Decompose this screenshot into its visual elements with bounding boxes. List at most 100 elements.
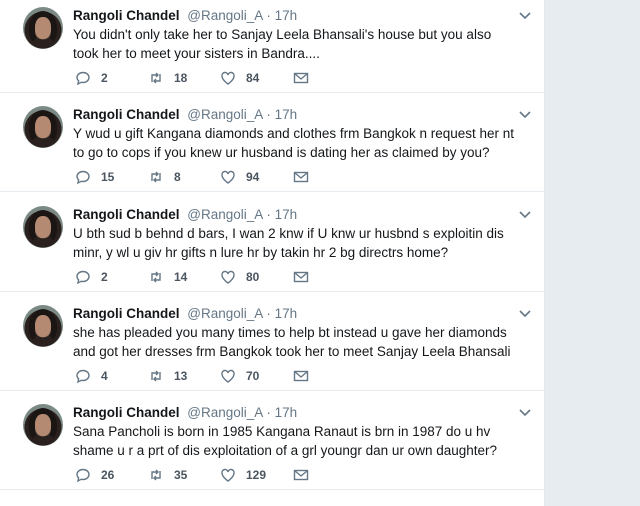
separator-dot: · xyxy=(266,207,271,222)
avatar[interactable] xyxy=(23,404,63,446)
retweet-count: 8 xyxy=(174,170,181,184)
tweet-text: U bth sud b behnd d bars, I wan 2 knw if… xyxy=(73,226,504,260)
reply-count: 15 xyxy=(101,170,115,184)
heart-icon xyxy=(221,270,235,284)
chevron-down-icon[interactable] xyxy=(518,8,532,22)
retweet-icon xyxy=(151,370,161,382)
tweet-text: Y wud u gift Kangana diamonds and clothe… xyxy=(73,126,515,160)
tweet[interactable]: Rangoli Chandel @Rangoli_A · 17h You did… xyxy=(0,0,544,93)
author-name[interactable]: Rangoli Chandel xyxy=(73,207,180,222)
tweet[interactable]: Rangoli Chandel @Rangoli_A · 17h U bth s… xyxy=(0,193,544,292)
separator-dot: · xyxy=(266,107,271,122)
reply-count: 4 xyxy=(101,369,108,383)
like-count: 129 xyxy=(246,468,267,482)
like-count: 84 xyxy=(246,71,260,85)
tweet-text: Sana Pancholi is born in 1985 Kangana Ra… xyxy=(73,424,498,458)
timestamp[interactable]: 17h xyxy=(275,306,298,321)
author-handle[interactable]: @Rangoli_A xyxy=(187,405,262,420)
tweet-text: she has pleaded you many times to help b… xyxy=(73,325,511,359)
reply-icon xyxy=(76,71,90,86)
retweet-icon xyxy=(151,171,161,183)
chevron-down-icon[interactable] xyxy=(518,107,532,121)
envelope-icon xyxy=(293,469,309,481)
reply-count: 2 xyxy=(101,270,108,284)
reply-icon xyxy=(76,270,90,285)
reply-button[interactable]: 4 xyxy=(75,368,108,384)
like-button[interactable]: 84 xyxy=(220,70,259,86)
author-handle[interactable]: @Rangoli_A xyxy=(187,107,262,122)
heart-icon xyxy=(221,468,235,482)
like-count: 80 xyxy=(246,270,260,284)
author-handle[interactable]: @Rangoli_A xyxy=(187,207,262,222)
like-button[interactable]: 70 xyxy=(220,368,259,384)
separator-dot: · xyxy=(266,306,271,321)
author-name[interactable]: Rangoli Chandel xyxy=(73,405,180,420)
timestamp[interactable]: 17h xyxy=(275,207,298,222)
avatar[interactable] xyxy=(23,106,63,148)
reply-button[interactable]: 2 xyxy=(75,269,108,285)
tweet-header: Rangoli Chandel @Rangoli_A · 17h xyxy=(73,8,297,24)
author-name[interactable]: Rangoli Chandel xyxy=(73,306,180,321)
author-handle[interactable]: @Rangoli_A xyxy=(187,306,262,321)
tweet-text: You didn't only take her to Sanjay Leela… xyxy=(73,27,492,61)
reply-icon xyxy=(76,170,90,185)
chevron-down-icon[interactable] xyxy=(518,207,532,221)
retweet-count: 13 xyxy=(174,369,188,383)
tweet[interactable]: Rangoli Chandel @Rangoli_A · 17h Sana Pa… xyxy=(0,391,544,490)
direct-message-button[interactable] xyxy=(293,70,309,86)
heart-icon xyxy=(221,71,235,85)
envelope-icon xyxy=(293,171,309,183)
reply-icon xyxy=(76,369,90,384)
tweet-header: Rangoli Chandel @Rangoli_A · 17h xyxy=(73,107,297,123)
retweet-count: 14 xyxy=(174,270,188,284)
tweet-header: Rangoli Chandel @Rangoli_A · 17h xyxy=(73,405,297,421)
retweet-button[interactable]: 8 xyxy=(148,169,181,185)
retweet-button[interactable]: 35 xyxy=(148,467,187,483)
reply-button[interactable]: 2 xyxy=(75,70,108,86)
separator-dot: · xyxy=(266,8,271,23)
direct-message-button[interactable] xyxy=(293,467,309,483)
direct-message-button[interactable] xyxy=(293,169,309,185)
reply-count: 26 xyxy=(101,468,115,482)
reply-icon xyxy=(76,468,90,483)
author-handle[interactable]: @Rangoli_A xyxy=(187,8,262,23)
like-button[interactable]: 129 xyxy=(220,467,266,483)
envelope-icon xyxy=(293,370,309,382)
like-count: 94 xyxy=(246,170,260,184)
envelope-icon xyxy=(293,72,309,84)
timestamp[interactable]: 17h xyxy=(275,405,298,420)
retweet-button[interactable]: 14 xyxy=(148,269,187,285)
timestamp[interactable]: 17h xyxy=(275,8,298,23)
heart-icon xyxy=(221,170,235,184)
avatar[interactable] xyxy=(23,7,63,49)
like-button[interactable]: 94 xyxy=(220,169,259,185)
avatar[interactable] xyxy=(23,305,63,347)
timeline: Rangoli Chandel @Rangoli_A · 17h You did… xyxy=(0,0,545,506)
like-button[interactable]: 80 xyxy=(220,269,259,285)
retweet-count: 35 xyxy=(174,468,188,482)
tweet[interactable]: Rangoli Chandel @Rangoli_A · 17h Y wud u… xyxy=(0,93,544,192)
direct-message-button[interactable] xyxy=(293,368,309,384)
retweet-icon xyxy=(151,469,161,481)
like-count: 70 xyxy=(246,369,260,383)
reply-count: 2 xyxy=(101,71,108,85)
chevron-down-icon[interactable] xyxy=(518,306,532,320)
envelope-icon xyxy=(293,271,309,283)
retweet-button[interactable]: 18 xyxy=(148,70,187,86)
author-name[interactable]: Rangoli Chandel xyxy=(73,107,180,122)
retweet-button[interactable]: 13 xyxy=(148,368,187,384)
tweet[interactable]: Rangoli Chandel @Rangoli_A · 17h she has… xyxy=(0,292,544,391)
reply-button[interactable]: 15 xyxy=(75,169,114,185)
tweet-header: Rangoli Chandel @Rangoli_A · 17h xyxy=(73,306,297,322)
reply-button[interactable]: 26 xyxy=(75,467,114,483)
author-name[interactable]: Rangoli Chandel xyxy=(73,8,180,23)
direct-message-button[interactable] xyxy=(293,269,309,285)
separator-dot: · xyxy=(266,405,271,420)
avatar[interactable] xyxy=(23,206,63,248)
heart-icon xyxy=(221,369,235,383)
tweet-header: Rangoli Chandel @Rangoli_A · 17h xyxy=(73,207,297,223)
retweet-icon xyxy=(151,271,161,283)
timestamp[interactable]: 17h xyxy=(275,107,298,122)
retweet-icon xyxy=(151,72,161,84)
chevron-down-icon[interactable] xyxy=(518,405,532,419)
